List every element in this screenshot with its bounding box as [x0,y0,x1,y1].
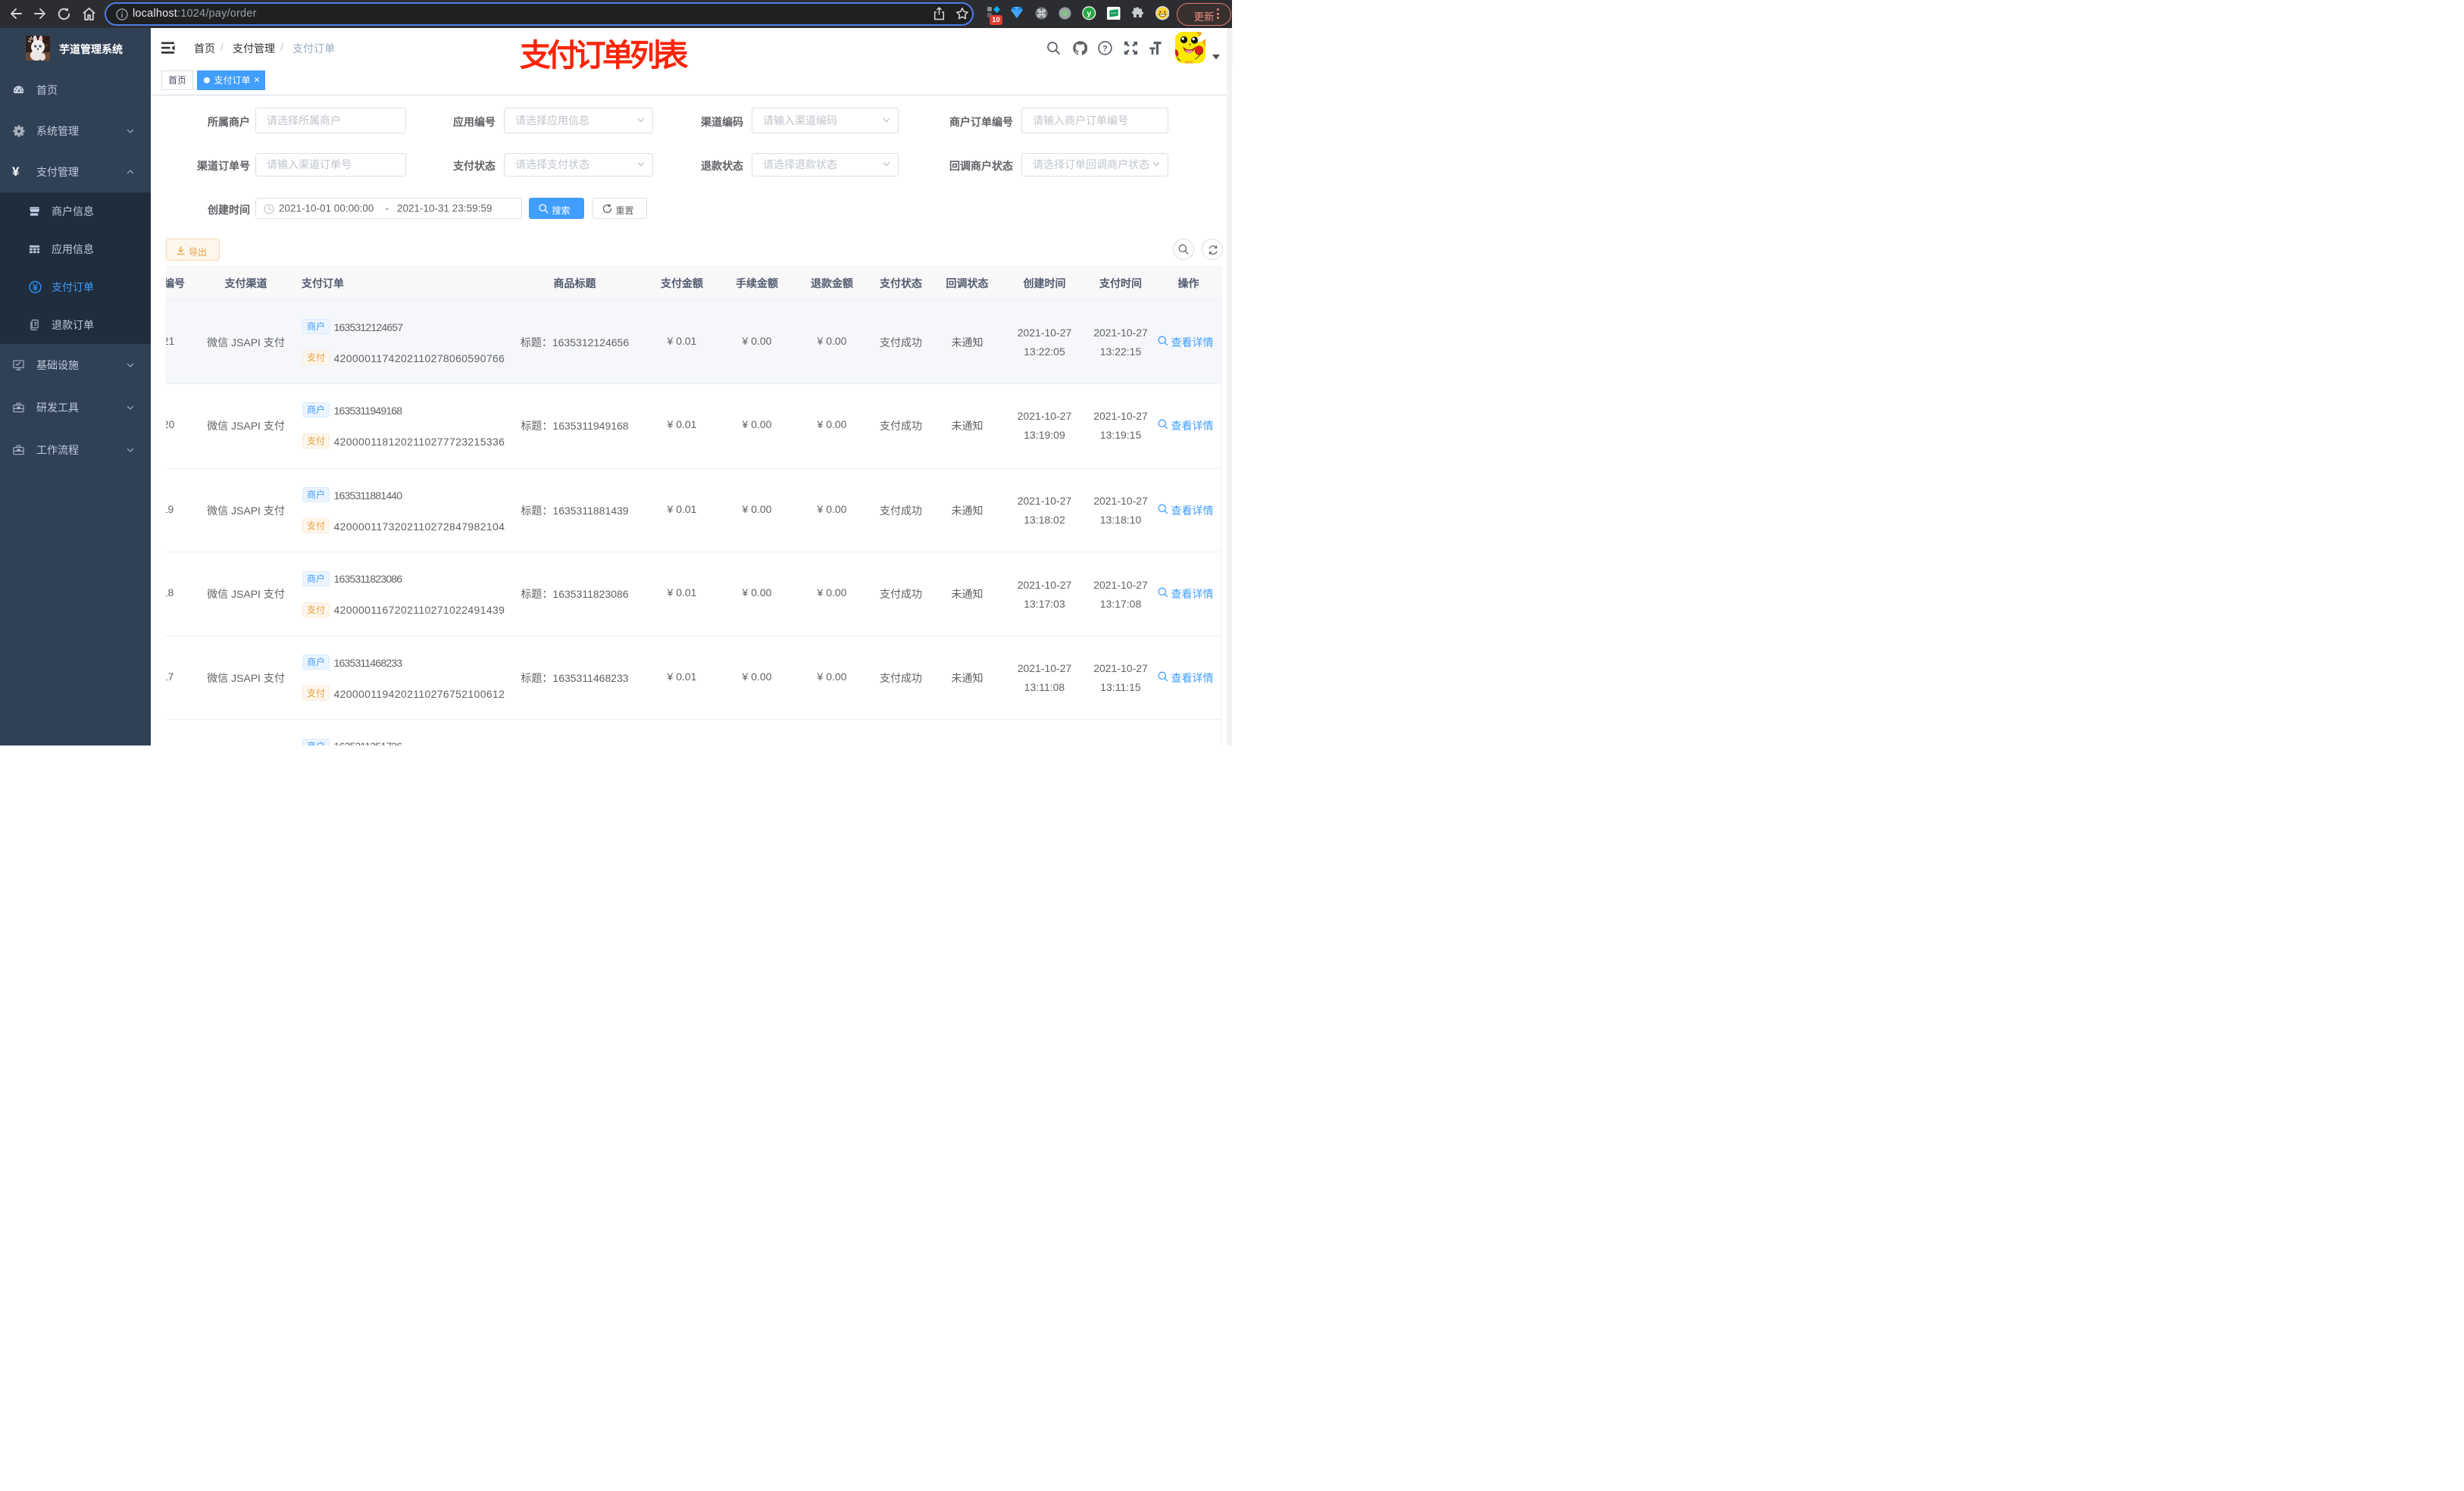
svg-text:?: ? [1102,44,1108,53]
svg-text:y: y [1087,9,1091,18]
